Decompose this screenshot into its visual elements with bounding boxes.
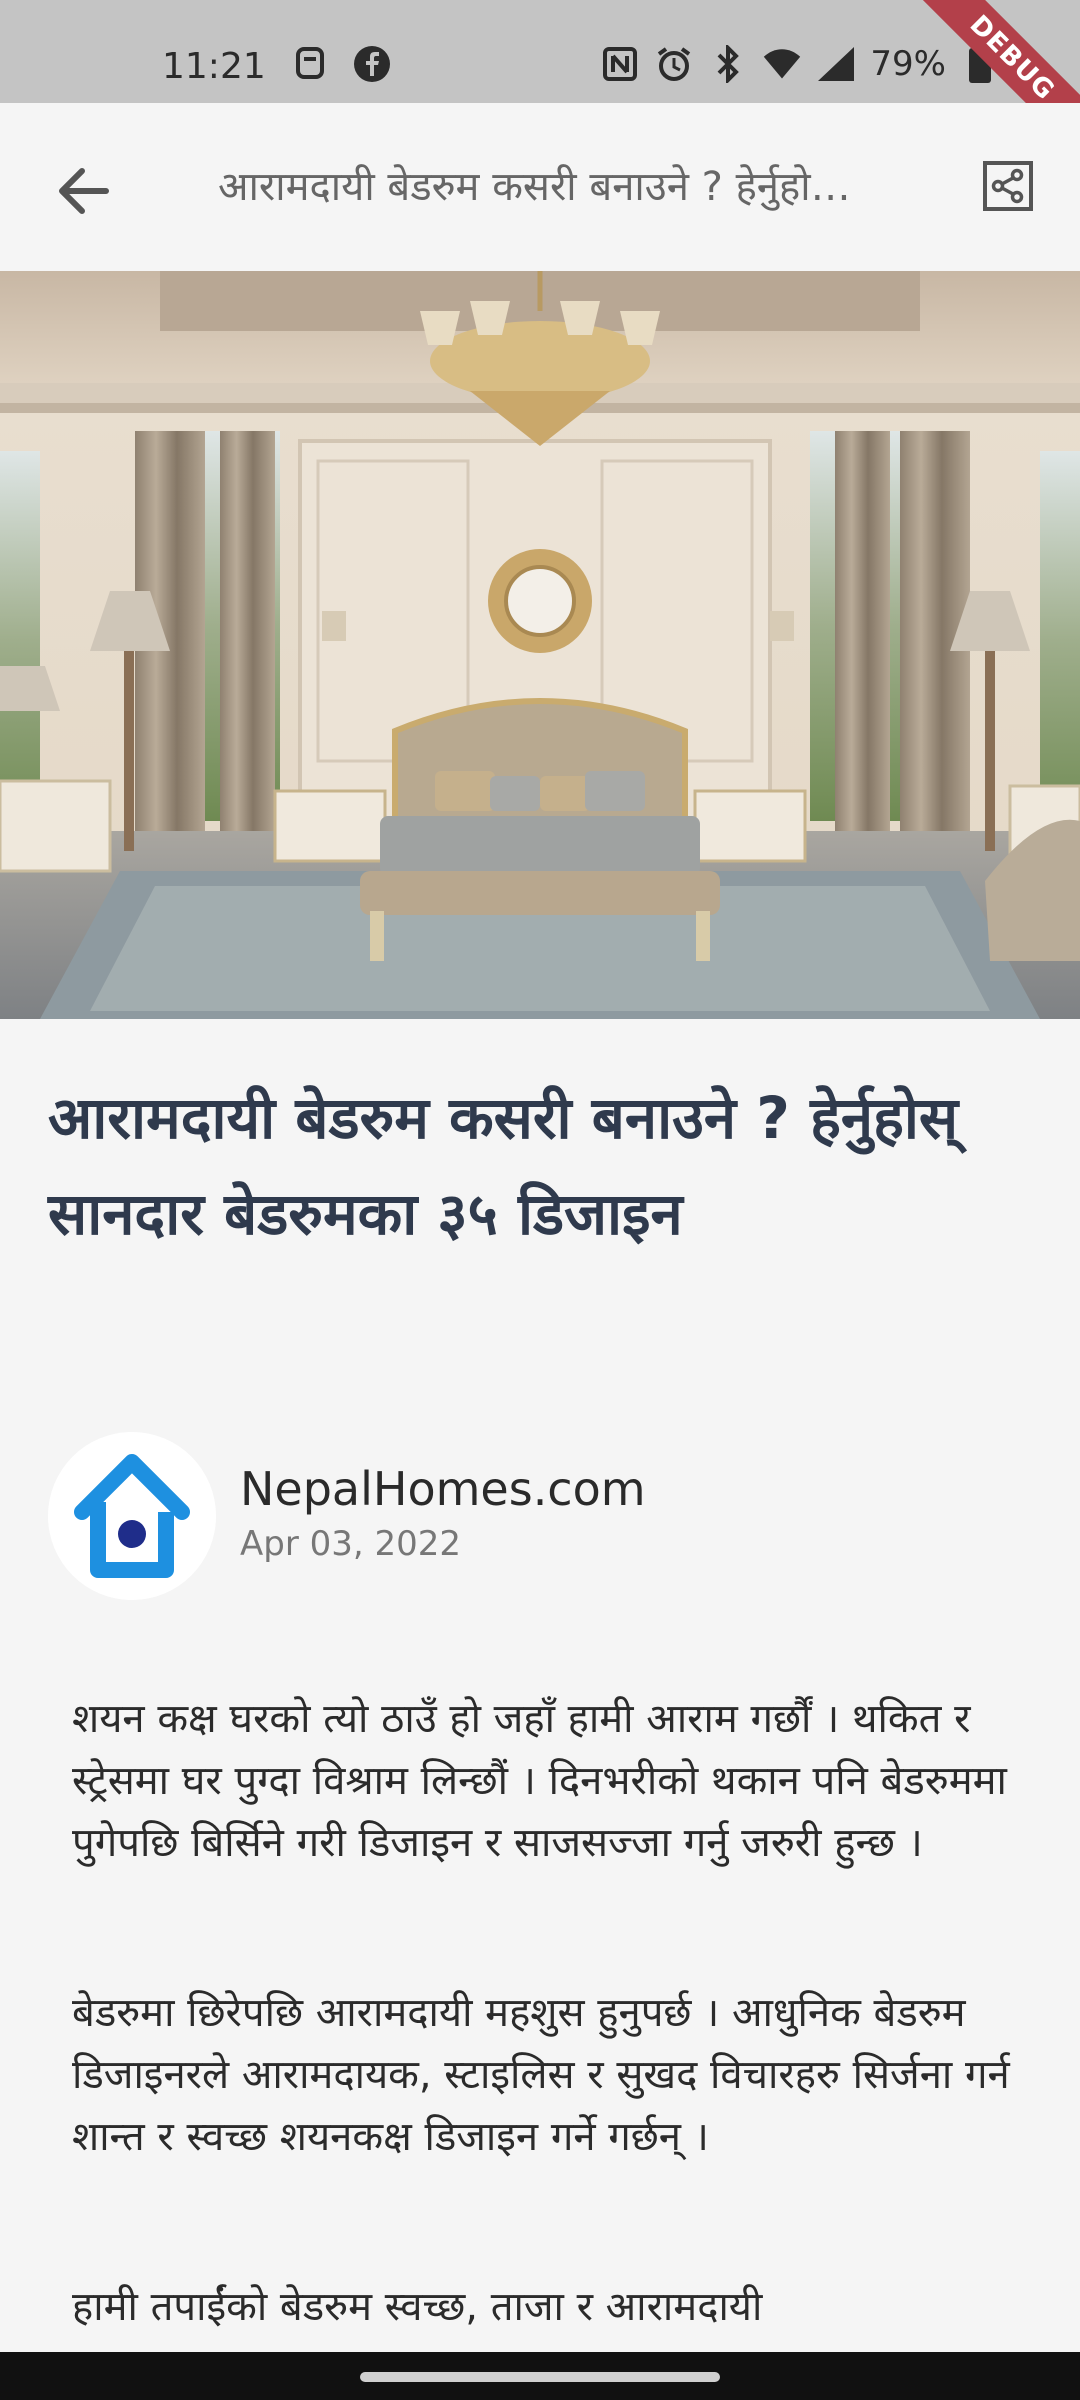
status-time: 11:21 [162, 46, 266, 87]
system-nav-bar [0, 2352, 1080, 2400]
battery-percent: 79% [870, 44, 946, 84]
home-gesture-handle[interactable] [360, 2372, 720, 2382]
status-bar: 11:21 79% DEBUG [0, 0, 1080, 166]
share-icon [983, 161, 1033, 211]
article-title: आरामदायी बेडरुम कसरी बनाउने ? हेर्नुहोस्… [48, 1084, 959, 1248]
share-button[interactable] [982, 160, 1034, 212]
facebook-icon [352, 44, 392, 84]
bluetooth-icon [708, 44, 748, 84]
app-bar-title: आरामदायी बेडरुम कसरी बनाउने ? हेर्नुहोस्… [218, 164, 858, 210]
wifi-icon [762, 44, 802, 84]
article-paragraph: हामी तपाईंको बेडरुम स्वच्छ, ताजा र आरामद… [72, 2284, 763, 2330]
back-button[interactable] [52, 159, 116, 223]
author-name: NepalHomes.com [240, 1462, 646, 1516]
hero-image [0, 271, 1080, 1019]
signal-icon [816, 44, 856, 84]
article-paragraph: बेडरुमा छिरेपछि आरामदायी महशुस हुनुपर्छ … [72, 1990, 1010, 2160]
nfc-icon [600, 44, 640, 84]
alarm-icon [654, 44, 694, 84]
nepalhomes-logo-icon [48, 1432, 216, 1600]
article-paragraph: शयन कक्ष घरको त्यो ठाउँ हो जहाँ हामी आरा… [72, 1696, 1007, 1866]
author-avatar [48, 1432, 216, 1600]
publish-date: Apr 03, 2022 [240, 1524, 462, 1564]
app-bar: आरामदायी बेडरुम कसरी बनाउने ? हेर्नुहोस्… [0, 103, 1080, 271]
arrow-left-icon [59, 168, 109, 214]
notification-icon [290, 44, 330, 84]
